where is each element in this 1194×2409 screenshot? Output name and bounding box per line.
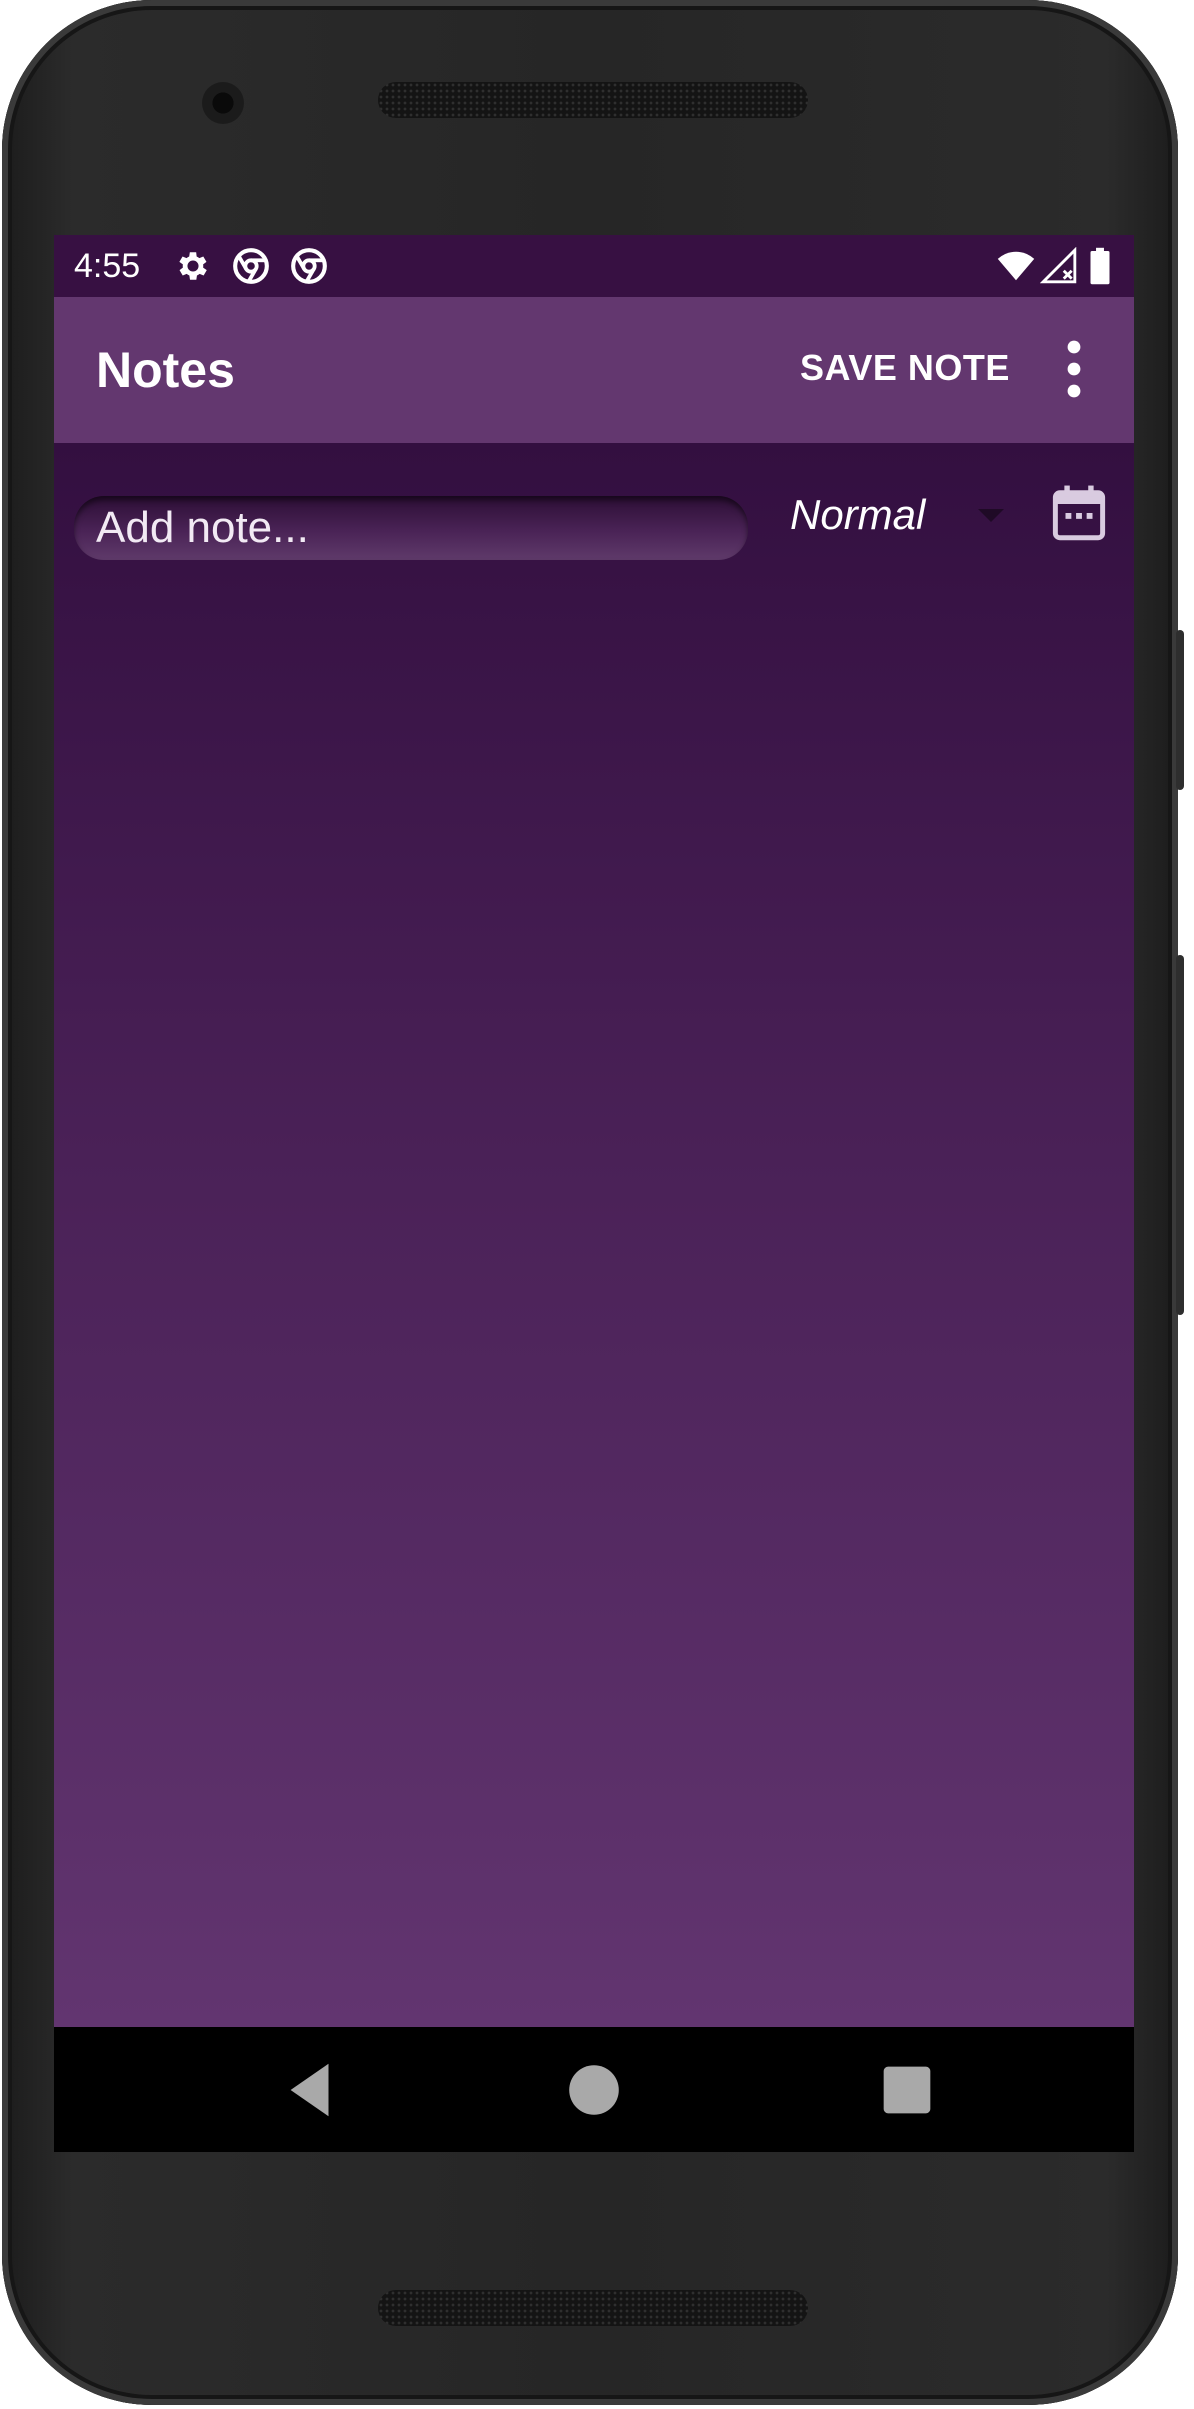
front-camera <box>202 82 244 124</box>
power-button <box>1176 630 1184 790</box>
more-vert-icon[interactable] <box>1054 337 1094 401</box>
phone-frame: 4:55 Notes SAVE NOTE Add note... Normal <box>2 0 1184 2405</box>
priority-selected-value: Normal <box>790 491 926 538</box>
priority-dropdown[interactable]: Normal <box>788 489 1018 559</box>
back-icon[interactable] <box>276 2055 346 2125</box>
chrome-icon <box>233 248 269 284</box>
wifi-icon <box>997 251 1035 281</box>
note-editor: Normal <box>54 443 1134 2027</box>
settings-icon <box>179 252 207 280</box>
status-time: 4:55 <box>74 247 141 285</box>
app-bar: Notes SAVE NOTE <box>54 297 1134 443</box>
calendar-icon[interactable] <box>1052 483 1106 543</box>
bottom-speaker-grille <box>378 2290 808 2326</box>
app-title: Notes <box>96 342 235 398</box>
battery-icon <box>1090 247 1110 285</box>
chrome-icon <box>291 248 327 284</box>
top-speaker-grille <box>378 82 808 118</box>
dropdown-arrow-icon <box>978 509 1004 522</box>
save-note-button[interactable]: SAVE NOTE <box>800 347 1010 389</box>
add-note-input[interactable] <box>74 496 748 560</box>
screen: 4:55 Notes SAVE NOTE Add note... Normal <box>54 235 1134 2152</box>
system-nav-bar <box>54 2027 1134 2152</box>
home-icon[interactable] <box>559 2055 629 2125</box>
cell-signal-no-service-icon <box>1040 247 1077 284</box>
status-bar: 4:55 <box>54 235 1134 297</box>
recents-icon[interactable] <box>872 2055 942 2125</box>
volume-button <box>1176 955 1184 1315</box>
